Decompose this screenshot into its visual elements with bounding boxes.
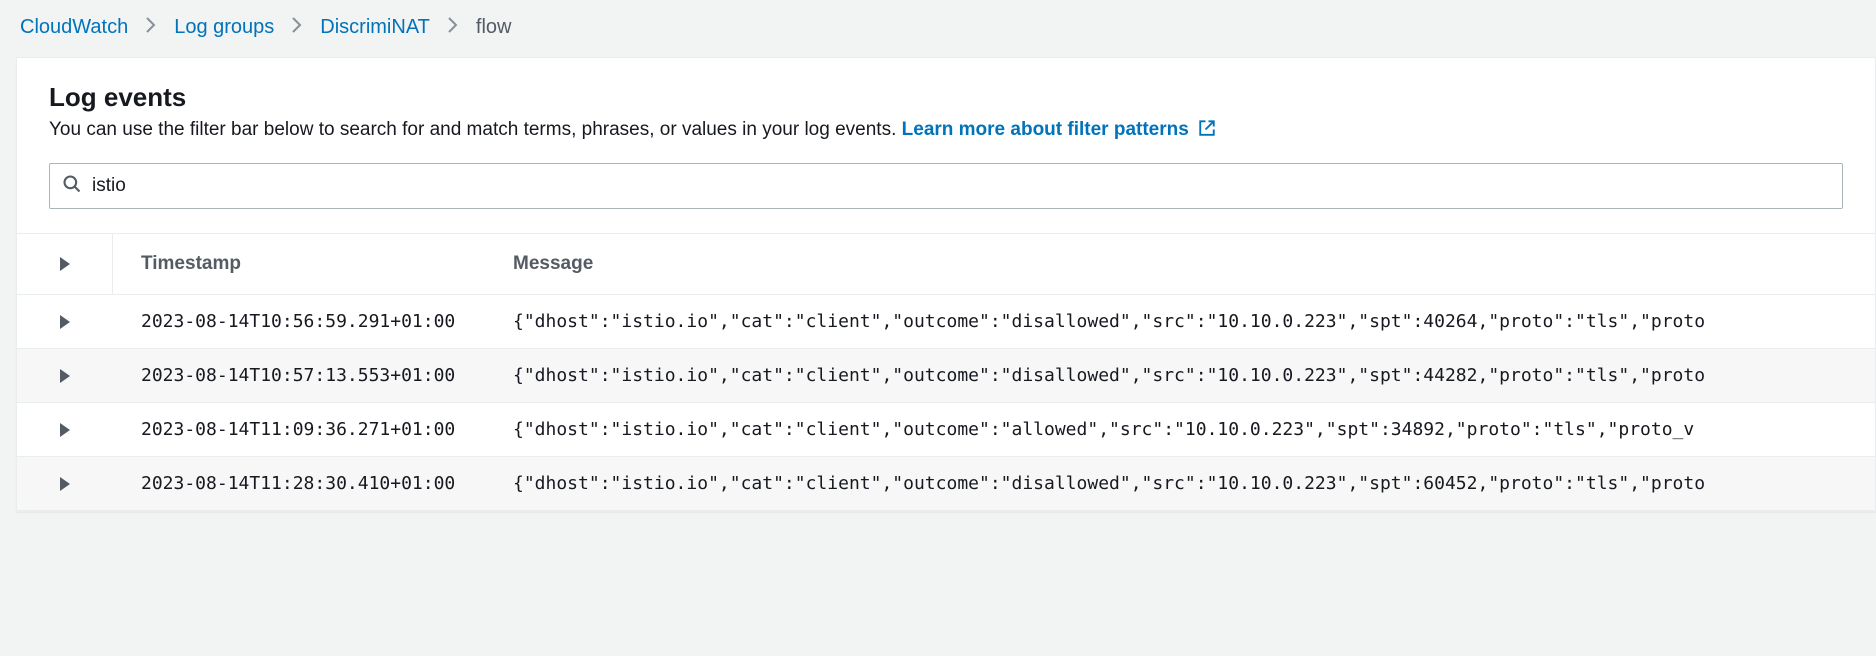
cell-timestamp: 2023-08-14T10:57:13.553+01:00 xyxy=(113,349,513,402)
external-link-icon xyxy=(1198,119,1216,143)
chevron-right-icon xyxy=(146,17,156,38)
learn-more-link[interactable]: Learn more about filter patterns xyxy=(902,119,1216,140)
table-body: 2023-08-14T10:56:59.291+01:00 {"dhost":"… xyxy=(17,295,1875,511)
caret-right-icon xyxy=(60,477,70,491)
panel-subtitle-text: You can use the filter bar below to sear… xyxy=(49,119,902,140)
log-row: 2023-08-14T11:09:36.271+01:00 {"dhost":"… xyxy=(17,403,1875,457)
cell-message: {"dhost":"istio.io","cat":"client","outc… xyxy=(513,295,1875,348)
expand-all-toggle[interactable] xyxy=(17,234,113,294)
caret-right-icon xyxy=(60,423,70,437)
cell-timestamp: 2023-08-14T11:28:30.410+01:00 xyxy=(113,457,513,510)
log-row: 2023-08-14T10:56:59.291+01:00 {"dhost":"… xyxy=(17,295,1875,349)
chevron-right-icon xyxy=(292,17,302,38)
filter-search-box[interactable] xyxy=(49,163,1843,209)
cell-message: {"dhost":"istio.io","cat":"client","outc… xyxy=(513,349,1875,402)
log-row: 2023-08-14T10:57:13.553+01:00 {"dhost":"… xyxy=(17,349,1875,403)
expand-row-toggle[interactable] xyxy=(17,349,113,402)
expand-row-toggle[interactable] xyxy=(17,403,113,456)
breadcrumb-link-cloudwatch[interactable]: CloudWatch xyxy=(20,16,128,39)
breadcrumb-current: flow xyxy=(476,16,512,39)
expand-row-toggle[interactable] xyxy=(17,295,113,348)
caret-right-icon xyxy=(60,315,70,329)
cell-timestamp: 2023-08-14T11:09:36.271+01:00 xyxy=(113,403,513,456)
search-icon xyxy=(62,174,82,199)
panel-subtitle: You can use the filter bar below to sear… xyxy=(49,119,1843,143)
breadcrumb: CloudWatch Log groups DiscrimiNAT flow xyxy=(0,0,1876,57)
panel-title: Log events xyxy=(49,82,1843,113)
column-header-timestamp[interactable]: Timestamp xyxy=(113,234,513,294)
log-row: 2023-08-14T11:28:30.410+01:00 {"dhost":"… xyxy=(17,457,1875,511)
column-header-message[interactable]: Message xyxy=(513,234,1875,294)
caret-right-icon xyxy=(60,369,70,383)
log-events-panel: Log events You can use the filter bar be… xyxy=(16,57,1876,512)
cell-message: {"dhost":"istio.io","cat":"client","outc… xyxy=(513,403,1875,456)
breadcrumb-link-log-groups[interactable]: Log groups xyxy=(174,16,274,39)
cell-timestamp: 2023-08-14T10:56:59.291+01:00 xyxy=(113,295,513,348)
chevron-right-icon xyxy=(448,17,458,38)
caret-right-icon xyxy=(60,257,70,271)
filter-input[interactable] xyxy=(92,175,1830,197)
expand-row-toggle[interactable] xyxy=(17,457,113,510)
table-header: Timestamp Message xyxy=(17,233,1875,295)
cell-message: {"dhost":"istio.io","cat":"client","outc… xyxy=(513,457,1875,510)
breadcrumb-link-discriminat[interactable]: DiscrimiNAT xyxy=(320,16,430,39)
learn-more-label: Learn more about filter patterns xyxy=(902,119,1189,140)
